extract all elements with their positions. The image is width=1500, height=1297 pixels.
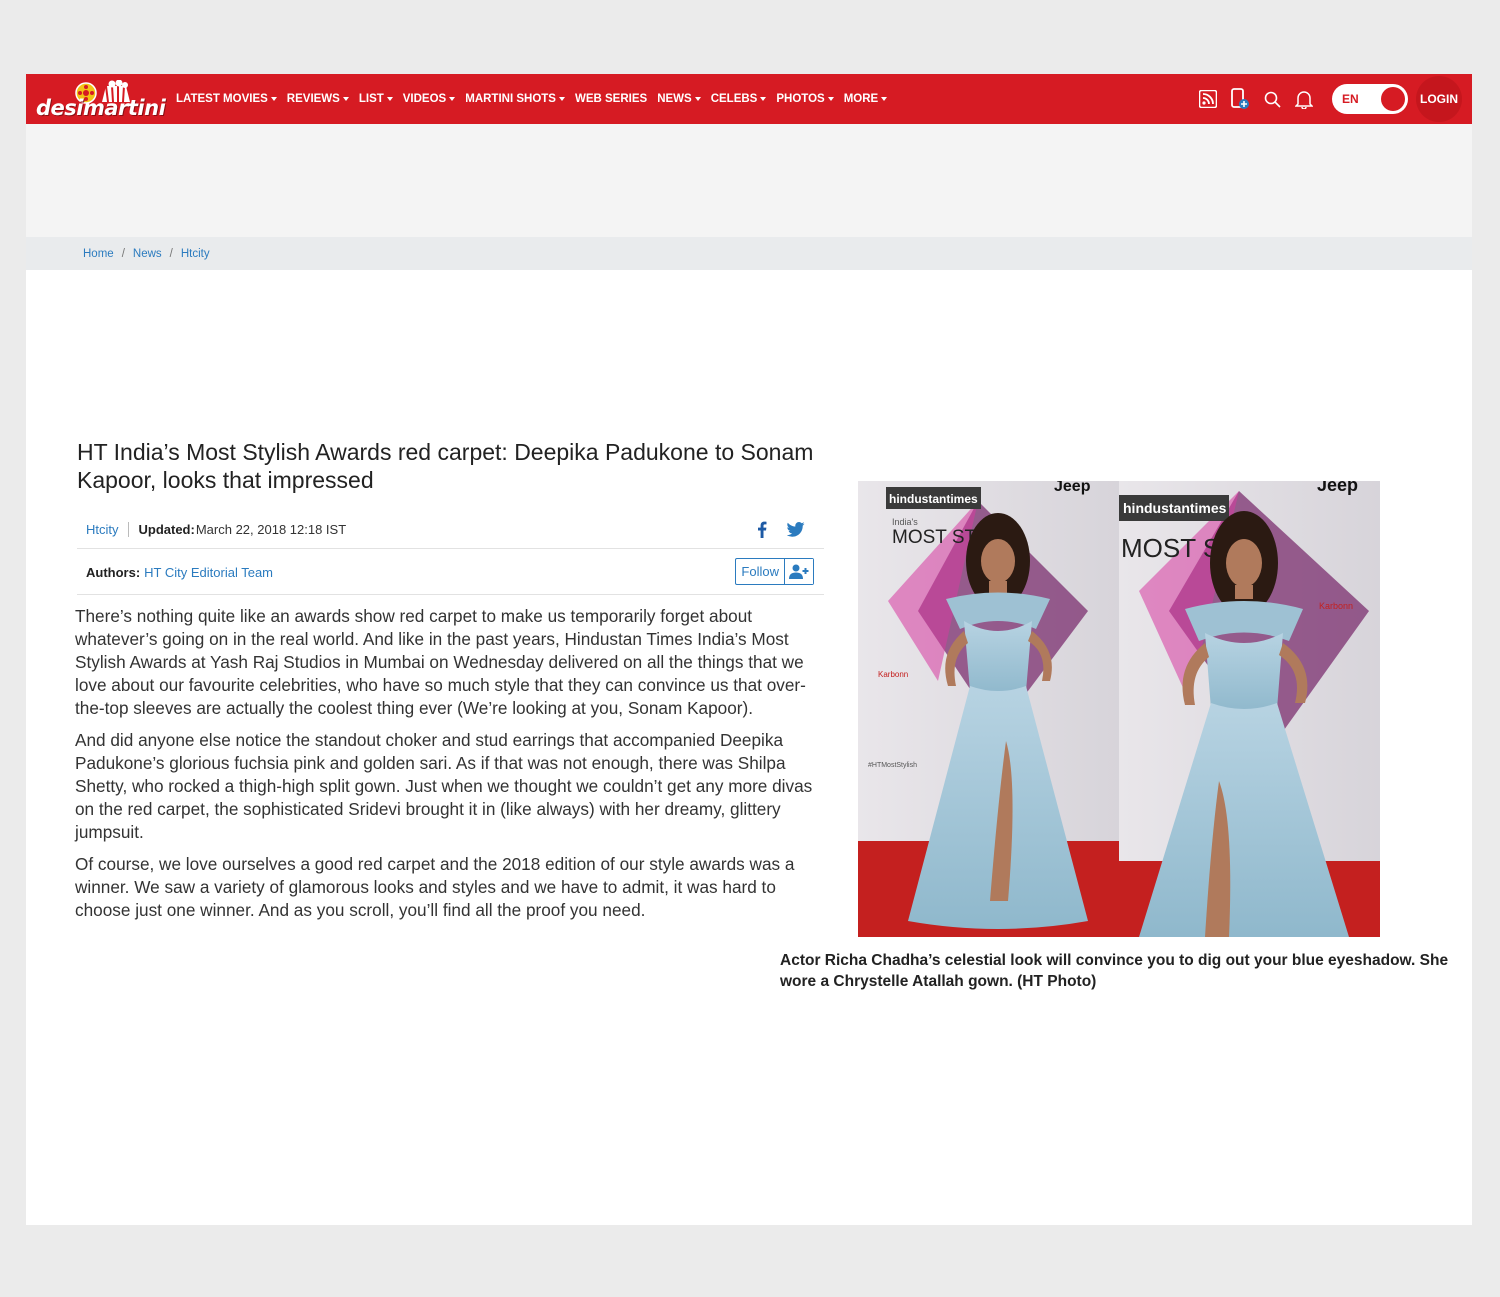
article-headline: HT India’s Most Stylish Awards red carpe… bbox=[77, 439, 814, 493]
red-carpet-photo: hindustantimes India's MOST STYLI Jeep K… bbox=[858, 481, 1380, 937]
share-buttons bbox=[738, 519, 806, 539]
breadcrumb-htcity[interactable]: Htcity bbox=[181, 248, 210, 260]
breadcrumb-separator: / bbox=[121, 247, 125, 260]
bell-icon[interactable] bbox=[1293, 88, 1315, 110]
updated-timestamp: March 22, 2018 12:18 IST bbox=[195, 521, 347, 537]
header-actions: EN LOGIN bbox=[1192, 74, 1472, 124]
page-frame: desimartini LATEST MOVIES REVIEWS LIST V… bbox=[26, 74, 1472, 1225]
breadcrumb-home[interactable]: Home bbox=[83, 248, 114, 260]
article-paragraph: And did anyone else notice the standout … bbox=[75, 730, 813, 842]
nav-celebs[interactable]: CELEBS bbox=[711, 93, 767, 105]
nav-latest-movies[interactable]: LATEST MOVIES bbox=[176, 93, 277, 105]
ad-slot bbox=[26, 124, 1472, 237]
caret-down-icon bbox=[760, 97, 767, 101]
nav-photos[interactable]: PHOTOS bbox=[776, 93, 834, 105]
svg-text:#HTMostStylish: #HTMostStylish bbox=[868, 762, 917, 769]
nav-videos[interactable]: VIDEOS bbox=[403, 93, 456, 105]
rss-icon[interactable] bbox=[1197, 88, 1219, 110]
nav-list[interactable]: LIST bbox=[359, 93, 393, 105]
article-photo[interactable]: hindustantimes India's MOST STYLI Jeep K… bbox=[858, 481, 1380, 937]
svg-text:India's: India's bbox=[892, 517, 918, 527]
svg-text:hindustantimes: hindustantimes bbox=[889, 492, 978, 506]
caret-down-icon bbox=[449, 97, 456, 101]
nav-web-series[interactable]: WEB SERIES bbox=[575, 93, 647, 105]
caret-down-icon bbox=[342, 97, 349, 101]
nav-more[interactable]: MORE bbox=[844, 93, 888, 105]
caret-down-icon bbox=[881, 97, 888, 101]
article-body: There’s nothing quite like an awards sho… bbox=[75, 605, 827, 931]
main-nav: LATEST MOVIES REVIEWS LIST VIDEOS MARTIN… bbox=[176, 74, 897, 124]
article-meta: Htcity Updated: March 22, 2018 12:18 IST bbox=[77, 510, 824, 549]
nav-reviews[interactable]: REVIEWS bbox=[287, 93, 349, 105]
svg-text:Jeep: Jeep bbox=[1317, 481, 1358, 495]
photo-caption: Actor Richa Chadha’s celestial look will… bbox=[780, 952, 1449, 990]
language-label: EN bbox=[1342, 92, 1359, 106]
nav-news[interactable]: NEWS bbox=[657, 93, 701, 105]
search-icon[interactable] bbox=[1261, 88, 1283, 110]
caret-down-icon bbox=[558, 97, 565, 101]
author-row: Authors: HT City Editorial Team Follow bbox=[77, 550, 824, 595]
caret-down-icon bbox=[694, 97, 701, 101]
caret-down-icon bbox=[827, 97, 834, 101]
top-navigation-bar: desimartini LATEST MOVIES REVIEWS LIST V… bbox=[26, 74, 1472, 124]
author-link[interactable]: HT City Editorial Team bbox=[144, 565, 273, 580]
svg-text:Karbonn: Karbonn bbox=[1319, 601, 1353, 611]
svg-text:Karbonn: Karbonn bbox=[878, 670, 908, 679]
facebook-icon[interactable] bbox=[752, 519, 772, 539]
caret-down-icon bbox=[386, 97, 393, 101]
mobile-app-icon[interactable] bbox=[1229, 88, 1251, 110]
twitter-icon[interactable] bbox=[786, 519, 806, 539]
breadcrumb-news[interactable]: News bbox=[133, 248, 162, 260]
caret-down-icon bbox=[270, 97, 277, 101]
language-toggle[interactable]: EN bbox=[1332, 84, 1408, 114]
follow-label: Follow bbox=[741, 564, 779, 579]
site-logo[interactable]: desimartini bbox=[36, 78, 166, 122]
svg-text:Jeep: Jeep bbox=[1054, 481, 1091, 495]
nav-martini-shots[interactable]: MARTINI SHOTS bbox=[465, 93, 565, 105]
article-paragraph: There’s nothing quite like an awards sho… bbox=[75, 606, 806, 718]
photo-panel-right: hindustantimes MOST STYLI Jeep Karbonn bbox=[1119, 481, 1380, 937]
article-paragraph: Of course, we love ourselves a good red … bbox=[75, 854, 795, 920]
authors-label: Authors: bbox=[86, 564, 141, 580]
toggle-knob bbox=[1381, 87, 1405, 111]
updated-label: Updated: bbox=[138, 521, 195, 537]
login-button[interactable]: LOGIN bbox=[1416, 76, 1462, 122]
svg-text:hindustantimes: hindustantimes bbox=[1123, 500, 1227, 516]
follow-button[interactable]: Follow bbox=[735, 558, 814, 585]
category-link[interactable]: Htcity bbox=[86, 521, 129, 537]
breadcrumb: Home / News / Htcity bbox=[26, 237, 1472, 270]
breadcrumb-separator: / bbox=[169, 247, 173, 260]
logo-wordmark: desimartini bbox=[36, 96, 166, 120]
photo-panel-left: hindustantimes India's MOST STYLI Jeep K… bbox=[858, 481, 1119, 937]
add-user-icon bbox=[784, 559, 813, 584]
